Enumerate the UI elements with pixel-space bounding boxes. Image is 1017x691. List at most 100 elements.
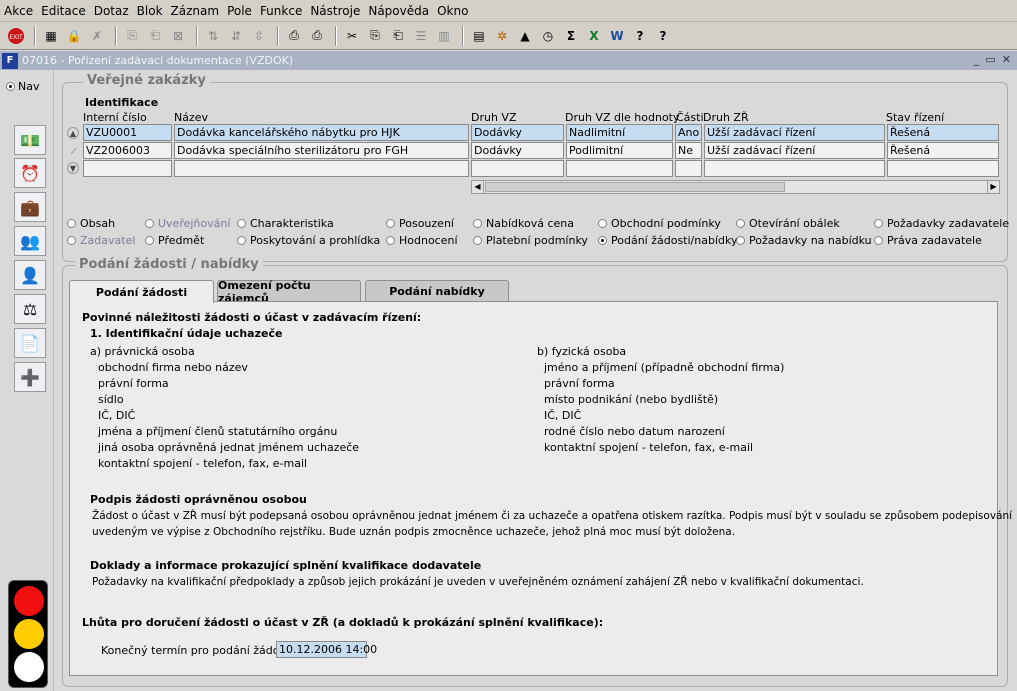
section-radio-poskytovani[interactable]: Poskytování a prohlídka <box>237 234 380 247</box>
cell-druh-zr[interactable]: Užší zadávací řízení <box>704 124 885 141</box>
scroll-right-icon[interactable]: ▶ <box>987 181 999 193</box>
add-document-icon[interactable]: ➕ <box>14 362 46 392</box>
cell-interni[interactable]: VZ2006003 <box>83 142 172 159</box>
cell-interni[interactable]: VZU0001 <box>83 124 172 141</box>
menu-okno[interactable]: Okno <box>437 4 468 18</box>
exit-icon[interactable]: EXIT <box>6 26 26 46</box>
menu-akce[interactable]: Akce <box>4 4 33 18</box>
empty-cell[interactable] <box>675 160 702 177</box>
copy-icon[interactable]: ⎘ <box>122 26 142 46</box>
termin-field[interactable]: 10.12.2006 14:00 <box>276 641 377 658</box>
section-radio-uverejnovani[interactable]: Uveřejňování <box>145 217 230 230</box>
empty-cell[interactable] <box>704 160 885 177</box>
lock-icon[interactable]: 🔒 <box>64 26 84 46</box>
section-radio-podani[interactable]: Podání žádosti/nabídky <box>598 234 737 247</box>
cell-casti[interactable]: Ano <box>675 124 702 141</box>
help-icon[interactable]: ? <box>630 26 650 46</box>
paste2-icon[interactable]: ⎗ <box>388 26 408 46</box>
scales-icon[interactable]: ⚖ <box>14 294 46 324</box>
section-radio-otevirani-obalek[interactable]: Otevírání obálek <box>736 217 840 230</box>
section-radio-obchodni-podminky[interactable]: Obchodní podmínky <box>598 217 721 230</box>
clock-icon[interactable]: ⏰ <box>14 158 46 188</box>
users-icon[interactable]: 👥 <box>14 226 46 256</box>
empty-cell[interactable] <box>887 160 999 177</box>
menu-pole[interactable]: Pole <box>227 4 252 18</box>
section-radio-zadavatel[interactable]: Zadavatel <box>67 234 135 247</box>
menu-zaznam[interactable]: Záznam <box>171 4 220 18</box>
print-setup-icon[interactable]: ⎙ <box>307 26 327 46</box>
cut-icon[interactable]: ✂ <box>342 26 362 46</box>
menu-blok[interactable]: Blok <box>137 4 163 18</box>
tab-omezeni[interactable]: Omezení počtu zájemců <box>217 279 361 305</box>
cell-casti[interactable]: Ne <box>675 142 702 159</box>
tab-podani-nabidky[interactable]: Podání nabídky <box>365 280 509 302</box>
cell-druh-zr[interactable]: Užší zadávací řízení <box>704 142 885 159</box>
section-radio-pozadavky-zadavatele[interactable]: Požadavky zadavatele <box>874 217 1009 230</box>
sigma-icon[interactable]: Σ <box>561 26 581 46</box>
tab-podani-zadosti[interactable]: Podání žádosti <box>69 280 214 303</box>
menu-nastroje[interactable]: Nástroje <box>310 4 360 18</box>
section-radio-hodnoceni[interactable]: Hodnocení <box>386 234 458 247</box>
copy2-icon[interactable]: ⎘ <box>365 26 385 46</box>
b-item: rodné číslo nebo datum narození <box>544 425 725 438</box>
scroll-down-icon[interactable]: ▼ <box>67 162 79 174</box>
print-icon[interactable]: ⎙ <box>284 26 304 46</box>
empty-cell[interactable] <box>471 160 564 177</box>
question-icon[interactable]: ? <box>653 26 673 46</box>
delete-icon[interactable]: ✗ <box>87 26 107 46</box>
cell-druh-hodnoty[interactable]: Nadlimitní <box>566 124 673 141</box>
menu-editace[interactable]: Editace <box>41 4 86 18</box>
excel-icon[interactable]: X <box>584 26 604 46</box>
sort-icon[interactable]: ⇳ <box>249 26 269 46</box>
word-icon[interactable]: W <box>607 26 627 46</box>
cell-stav[interactable]: Řešená <box>887 124 999 141</box>
menu-napoveda[interactable]: Nápověda <box>368 4 429 18</box>
horizontal-scrollbar[interactable]: ◀ ▶ <box>471 180 1000 194</box>
triangle-icon[interactable]: ▲ <box>515 26 535 46</box>
close-icon[interactable]: ✕ <box>1002 53 1011 66</box>
minimize-icon[interactable]: _ <box>974 53 980 66</box>
scrollbar-thumb[interactable] <box>485 182 785 192</box>
section-radio-predmet[interactable]: Předmět <box>145 234 204 247</box>
empty-cell[interactable] <box>83 160 172 177</box>
user-icon[interactable]: 👤 <box>14 260 46 290</box>
sort-asc-icon[interactable]: ⇅ <box>203 26 223 46</box>
briefcase-icon[interactable]: 💼 <box>14 192 46 222</box>
cell-nazev[interactable]: Dodávka kancelářského nábytku pro HJK <box>174 124 469 141</box>
paste-icon[interactable]: ⎗ <box>145 26 165 46</box>
money-icon[interactable]: 💵 <box>14 125 46 155</box>
folder-icon[interactable]: ▤ <box>469 26 489 46</box>
cell-nazev[interactable]: Dodávka speciálního sterilizátoru pro FG… <box>174 142 469 159</box>
scroll-left-icon[interactable]: ◀ <box>472 181 484 193</box>
nav-radio[interactable]: Nav <box>6 80 53 93</box>
col-header: Stav řízení <box>886 111 945 124</box>
menu-bar: Akce Editace Dotaz Blok Záznam Pole Funk… <box>0 0 1017 22</box>
cell-druh[interactable]: Dodávky <box>471 142 564 159</box>
list-icon[interactable]: ☰ <box>411 26 431 46</box>
section-radio-posouzeni[interactable]: Posouzení <box>386 217 454 230</box>
cell-druh[interactable]: Dodávky <box>471 124 564 141</box>
clock-icon[interactable]: ◷ <box>538 26 558 46</box>
menu-dotaz[interactable]: Dotaz <box>94 4 129 18</box>
empty-cell[interactable] <box>174 160 469 177</box>
cell-druh-hodnoty[interactable]: Podlimitní <box>566 142 673 159</box>
document-icon[interactable]: 📄 <box>14 328 46 358</box>
section-radio-prava-zadavatele[interactable]: Práva zadavatele <box>874 234 982 247</box>
section-radio-pozadavky-na-nabidku[interactable]: Požadavky na nabídku <box>736 234 872 247</box>
section-radio-platebni-podminky[interactable]: Platební podmínky <box>473 234 588 247</box>
empty-cell[interactable] <box>566 160 673 177</box>
columns-icon[interactable]: ▥ <box>434 26 454 46</box>
sort-desc-icon[interactable]: ⇵ <box>226 26 246 46</box>
scroll-up-icon[interactable]: ▲ <box>67 127 79 139</box>
section-radio-obsah[interactable]: Obsah <box>67 217 115 230</box>
clear-icon[interactable]: ⊠ <box>168 26 188 46</box>
gear-icon[interactable]: ✲ <box>492 26 512 46</box>
cell-stav[interactable]: Řešená <box>887 142 999 159</box>
section-radio-charakteristika[interactable]: Charakteristika <box>237 217 334 230</box>
restore-icon[interactable]: ▭ <box>985 53 995 66</box>
insert-record-icon[interactable]: ▦ <box>41 26 61 46</box>
white-light <box>14 652 44 682</box>
heading: Povinné náležitosti žádosti o účast v za… <box>82 311 422 324</box>
section-radio-nabidkova-cena[interactable]: Nabídková cena <box>473 217 574 230</box>
menu-funkce[interactable]: Funkce <box>260 4 302 18</box>
